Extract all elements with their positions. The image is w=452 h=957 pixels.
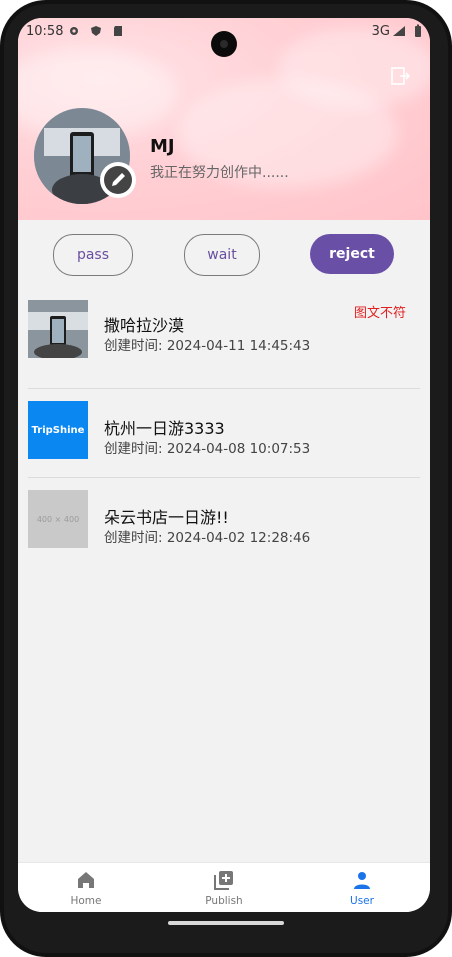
post-thumbnail (28, 300, 88, 358)
nav-publish-label: Publish (205, 895, 243, 907)
reject-reason: 图文不符 (353, 306, 406, 321)
nav-home[interactable]: Home (36, 869, 136, 907)
network-type: 3G (371, 24, 390, 39)
post-title: 撒哈拉沙漠 (104, 316, 185, 335)
thumbnail-label: 400 × 400 (36, 514, 80, 524)
status-time: 10:58 (26, 24, 64, 39)
shield-icon (91, 26, 101, 36)
add-box-icon (214, 871, 233, 890)
battery-icon (415, 24, 421, 37)
thumbnail-label: TripShine (31, 424, 85, 436)
settings-icon (70, 27, 78, 35)
post-list: 撒哈拉沙漠 创建时间: 2024-04-11 14:45:43 图文不符 Tri… (18, 300, 430, 566)
post-thumbnail: 400 × 400 (28, 490, 88, 548)
post-title: 杭州一日游3333 (104, 419, 225, 438)
nav-publish[interactable]: Publish (174, 869, 274, 907)
list-item[interactable]: TripShine 杭州一日游3333 创建时间: 2024-04-08 10:… (28, 389, 420, 478)
post-date: 创建时间: 2024-04-02 12:28:46 (104, 530, 311, 546)
home-icon (78, 872, 94, 888)
list-item[interactable]: 撒哈拉沙漠 创建时间: 2024-04-11 14:45:43 图文不符 (28, 300, 420, 389)
nav-user-label: User (350, 895, 374, 907)
post-date: 创建时间: 2024-04-08 10:07:53 (104, 441, 311, 457)
list-item[interactable]: 400 × 400 朵云书店一日游!! 创建时间: 2024-04-02 12:… (28, 478, 420, 566)
sd-card-icon (114, 26, 122, 36)
user-icon (354, 872, 370, 889)
pencil-icon (112, 173, 125, 186)
screen: 10:58 3G MJ 我正在努力创作中...... pass wait rej… (18, 18, 430, 912)
edit-circle (104, 166, 132, 194)
tab-reject[interactable]: reject (310, 234, 394, 274)
post-thumbnail: TripShine (28, 401, 88, 459)
post-title: 朵云书店一日游!! (104, 508, 229, 527)
post-date: 创建时间: 2024-04-11 14:45:43 (104, 338, 311, 354)
bottom-navigation: Home Publish User (18, 862, 430, 912)
home-indicator[interactable] (168, 921, 284, 925)
nav-user[interactable]: User (312, 869, 412, 907)
phone-frame: 10:58 3G MJ 我正在努力创作中...... pass wait rej… (0, 0, 452, 957)
tab-wait[interactable]: wait (184, 234, 260, 276)
user-name: MJ (150, 136, 175, 157)
nav-home-label: Home (70, 895, 102, 907)
logout-icon[interactable] (390, 66, 410, 86)
edit-avatar-button[interactable] (100, 162, 136, 198)
user-signature: 我正在努力创作中...... (150, 165, 289, 181)
tab-pass[interactable]: pass (53, 234, 133, 276)
camera-cutout (211, 31, 237, 57)
status-filter-tabs: pass wait reject (18, 220, 430, 300)
profile-header: 10:58 3G MJ 我正在努力创作中...... (18, 18, 430, 220)
signal-icon (393, 26, 405, 36)
